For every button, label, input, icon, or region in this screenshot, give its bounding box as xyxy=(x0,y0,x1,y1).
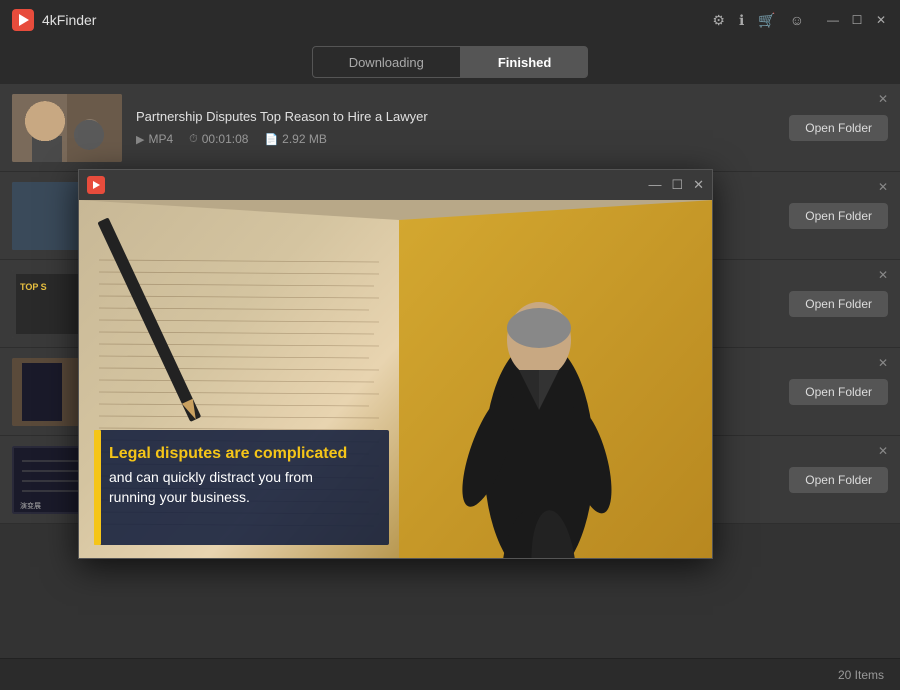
popup-play-icon xyxy=(93,181,100,189)
list-item: Partnership Disputes Top Reason to Hire … xyxy=(0,84,900,172)
close-item-button[interactable]: ✕ xyxy=(874,178,892,196)
cart-icon[interactable]: 🛒 xyxy=(758,12,775,29)
video-popup-titlebar: — ☐ ✕ xyxy=(79,170,712,200)
status-bar: 20 Items xyxy=(0,658,900,690)
info-icon[interactable]: ℹ xyxy=(739,12,744,29)
close-item-button[interactable]: ✕ xyxy=(874,442,892,460)
format-icon: ▶ xyxy=(136,133,144,146)
svg-text:演变展: 演变展 xyxy=(20,501,41,510)
item-thumbnail xyxy=(12,94,122,162)
popup-maximize-button[interactable]: ☐ xyxy=(671,177,683,193)
open-folder-button[interactable]: Open Folder xyxy=(789,203,888,229)
item-size: 📄 2.92 MB xyxy=(264,132,326,146)
close-item-button[interactable]: ✕ xyxy=(874,266,892,284)
svg-text:running your business.: running your business. xyxy=(109,489,250,505)
close-button[interactable]: ✕ xyxy=(874,13,888,27)
tab-finished-label: Finished xyxy=(498,55,551,70)
open-folder-button[interactable]: Open Folder xyxy=(789,467,888,493)
close-item-button[interactable]: ✕ xyxy=(874,90,892,108)
minimize-button[interactable]: — xyxy=(826,13,840,27)
title-bar-right: ⚙ ℹ 🛒 ☺ — ☐ ✕ xyxy=(712,12,888,29)
popup-close-button[interactable]: ✕ xyxy=(693,177,704,193)
tab-finished[interactable]: Finished xyxy=(461,46,588,78)
title-bar: 4kFinder ⚙ ℹ 🛒 ☺ — ☐ ✕ xyxy=(0,0,900,40)
open-folder-button[interactable]: Open Folder xyxy=(789,291,888,317)
tab-bar: Downloading Finished xyxy=(0,40,900,84)
item-info: Partnership Disputes Top Reason to Hire … xyxy=(122,109,789,146)
video-content: Legal disputes are complicated and can q… xyxy=(79,200,712,558)
item-meta: ▶ MP4 ⏱ 00:01:08 📄 2.92 MB xyxy=(136,132,775,146)
item-duration: ⏱ 00:01:08 xyxy=(189,132,248,146)
video-frame: Legal disputes are complicated and can q… xyxy=(79,200,712,558)
user-icon[interactable]: ☺ xyxy=(790,12,804,28)
clock-icon: ⏱ xyxy=(189,133,198,146)
tab-downloading-label: Downloading xyxy=(349,55,424,70)
video-image: Legal disputes are complicated and can q… xyxy=(79,200,712,558)
tab-downloading[interactable]: Downloading xyxy=(312,46,461,78)
item-actions: Open Folder xyxy=(789,379,888,405)
file-icon: 📄 xyxy=(264,133,278,146)
window-controls: — ☐ ✕ xyxy=(826,13,888,27)
app-logo xyxy=(12,9,34,31)
video-popup: — ☐ ✕ xyxy=(78,169,713,559)
popup-window-controls: — ☐ ✕ xyxy=(648,177,704,193)
content-area: Partnership Disputes Top Reason to Hire … xyxy=(0,84,900,658)
popup-logo xyxy=(87,176,105,194)
open-folder-button[interactable]: Open Folder xyxy=(789,379,888,405)
popup-minimize-button[interactable]: — xyxy=(648,177,661,193)
close-item-button[interactable]: ✕ xyxy=(874,354,892,372)
svg-text:TOP S: TOP S xyxy=(20,282,47,292)
settings-icon[interactable]: ⚙ xyxy=(712,12,725,29)
maximize-button[interactable]: ☐ xyxy=(850,13,864,27)
item-actions: Open Folder xyxy=(789,203,888,229)
app-title: 4kFinder xyxy=(42,12,96,28)
open-folder-button[interactable]: Open Folder xyxy=(789,115,888,141)
item-format: ▶ MP4 xyxy=(136,132,173,146)
item-actions: Open Folder xyxy=(789,115,888,141)
svg-text:and can quickly distract you f: and can quickly distract you from xyxy=(109,469,313,485)
svg-text:Legal disputes are complicated: Legal disputes are complicated xyxy=(109,445,347,462)
logo-play-icon xyxy=(19,14,29,26)
title-bar-left: 4kFinder xyxy=(12,9,96,31)
item-actions: Open Folder xyxy=(789,291,888,317)
item-actions: Open Folder xyxy=(789,467,888,493)
item-title: Partnership Disputes Top Reason to Hire … xyxy=(136,109,775,124)
